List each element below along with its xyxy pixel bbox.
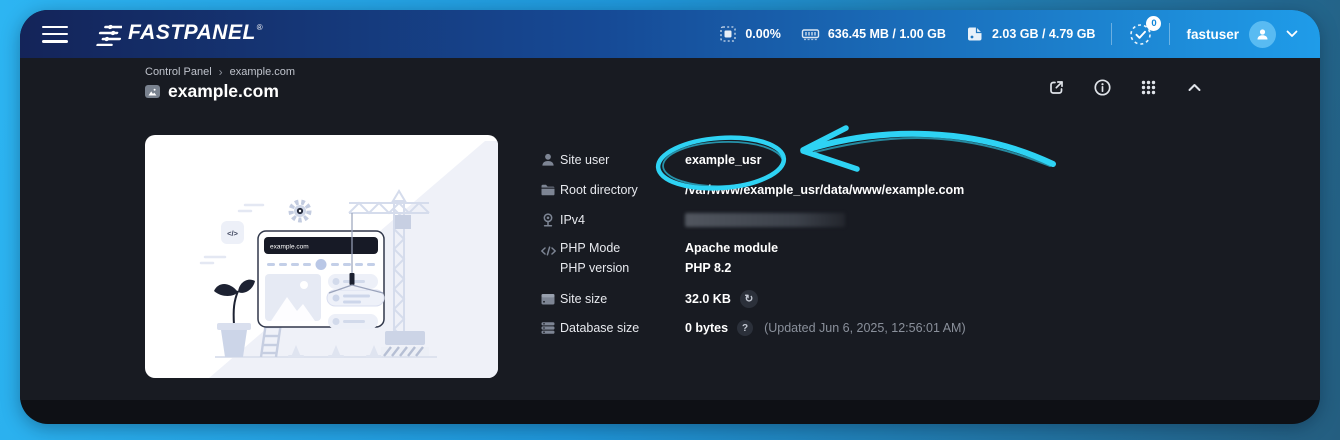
topbar: FASTPANEL ® 0.00% — [20, 10, 1320, 58]
app-window: FASTPANEL ® 0.00% — [20, 10, 1320, 424]
ipv4-label: IPv4 — [560, 213, 685, 227]
browser-window-illustration: example.com — [258, 231, 384, 329]
breadcrumb: Control Panel › example.com — [145, 65, 295, 79]
php-version-value: PHP 8.2 — [685, 261, 778, 275]
resource-stats: 0.00% 636.45 MB / 1.00 GB — [719, 25, 1095, 43]
ram-icon — [801, 25, 820, 43]
main-content: Control Panel › example.com example.com — [20, 58, 1320, 400]
fastpanel-logo[interactable]: FASTPANEL ® — [94, 22, 263, 46]
illustration-url: example.com — [270, 244, 309, 251]
root-directory-label: Root directory — [560, 183, 685, 197]
ram-usage: 636.45 MB / 1.00 GB — [801, 25, 946, 43]
database-size-value: 0 bytes — [685, 321, 728, 335]
crane-counterweight — [395, 215, 411, 229]
php-version-label: PHP version — [560, 261, 685, 275]
drive-icon — [540, 291, 560, 307]
svg-text:</>: </> — [227, 229, 238, 238]
php-row: PHP Mode Apache module PHP version PHP 8… — [540, 241, 778, 275]
disk-icon — [966, 25, 984, 43]
menu-icon[interactable] — [42, 26, 68, 43]
user-icon — [540, 152, 560, 168]
root-directory-row: Root directory /var/www/example_usr/data… — [540, 180, 964, 200]
breadcrumb-separator: › — [219, 65, 223, 79]
site-user-row: Site user example_usr — [540, 150, 761, 170]
topbar-divider — [1169, 23, 1170, 45]
database-icon — [540, 320, 560, 336]
ram-value: 636.45 MB / 1.00 GB — [828, 27, 946, 41]
location-pin-icon — [540, 212, 560, 228]
breadcrumb-control-panel[interactable]: Control Panel — [145, 66, 212, 78]
database-size-help-button[interactable]: ? — [737, 320, 753, 336]
chevron-down-icon — [1286, 30, 1298, 38]
disk-value: 2.03 GB / 4.79 GB — [992, 27, 1096, 41]
database-size-label: Database size — [560, 321, 685, 335]
open-site-external-link-icon[interactable] — [1047, 78, 1066, 97]
code-icon — [540, 243, 560, 259]
php-mode-value: Apache module — [685, 241, 778, 255]
crane-base-hatch — [381, 347, 429, 356]
page-title-row: example.com — [145, 81, 279, 102]
refresh-site-size-button[interactable]: ↻ — [740, 290, 758, 308]
site-user-label: Site user — [560, 153, 685, 167]
logo-text: FASTPANEL — [128, 22, 256, 44]
code-badge-icon: </> — [221, 221, 244, 244]
cpu-icon — [719, 25, 737, 43]
site-favicon-icon — [145, 85, 160, 98]
php-mode-label: PHP Mode — [560, 241, 685, 255]
site-user-value: example_usr — [685, 153, 761, 167]
tasks-count-badge: 0 — [1146, 16, 1161, 31]
info-icon[interactable] — [1093, 78, 1112, 97]
username: fastuser — [1186, 27, 1239, 42]
site-size-value: 32.0 KB — [685, 292, 731, 306]
header-actions — [1047, 78, 1204, 97]
cpu-value: 0.00% — [745, 27, 780, 41]
page-title: example.com — [168, 81, 279, 102]
user-avatar-icon — [1255, 27, 1270, 42]
disk-usage: 2.03 GB / 4.79 GB — [966, 25, 1096, 43]
site-illustration-card: </> — [145, 135, 498, 378]
user-menu[interactable]: fastuser — [1186, 21, 1298, 48]
crane-base — [385, 331, 425, 345]
breadcrumb-current: example.com — [230, 66, 295, 78]
ipv4-redacted-value — [685, 213, 845, 227]
root-directory-value: /var/www/example_usr/data/www/example.co… — [685, 183, 964, 197]
folder-icon — [540, 182, 560, 198]
site-size-row: Site size 32.0 KB ↻ — [540, 289, 758, 309]
tasks-button[interactable]: 0 — [1128, 22, 1153, 47]
avatar — [1249, 21, 1276, 48]
gear-icon — [291, 202, 309, 220]
database-size-row: Database size 0 bytes ? (Updated Jun 6, … — [540, 318, 966, 338]
logo-equalizer-icon — [94, 24, 122, 46]
database-size-updated-note: (Updated Jun 6, 2025, 12:56:01 AM) — [764, 321, 966, 335]
topbar-divider — [1111, 23, 1112, 45]
cpu-usage: 0.00% — [719, 25, 780, 43]
logo-registered-mark: ® — [257, 23, 263, 32]
collapse-chevron-up-icon[interactable] — [1185, 78, 1204, 97]
site-size-label: Site size — [560, 292, 685, 306]
apps-grid-icon[interactable] — [1139, 78, 1158, 97]
ipv4-row: IPv4 — [540, 210, 845, 230]
under-construction-illustration: </> — [145, 135, 498, 378]
